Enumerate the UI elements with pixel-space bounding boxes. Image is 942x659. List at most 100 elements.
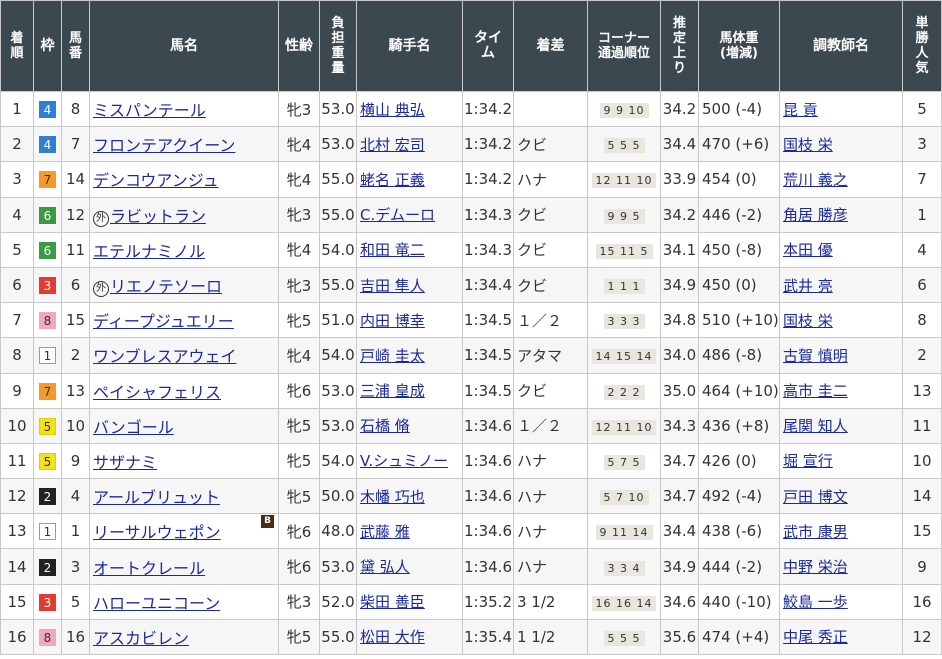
cell-trainer: 角居 勝彦	[779, 196, 903, 233]
jockey-link[interactable]: V.シュミノー	[360, 452, 448, 470]
horse-name-link[interactable]: エテルナミノル	[93, 242, 205, 261]
trainer-link[interactable]: 堀 宣行	[783, 452, 833, 470]
cell-trainer: 中尾 秀正	[779, 618, 903, 656]
cell-corner: 9 9 10	[587, 90, 661, 128]
trainer-link[interactable]: 古賀 慎明	[783, 347, 848, 365]
cell-horse: フロンテアクイーン	[89, 126, 279, 163]
jockey-link[interactable]: 石橋 脩	[360, 417, 410, 435]
cell-weight: 53.0	[319, 372, 357, 409]
horse-name-link[interactable]: ミスパンテール	[93, 101, 206, 120]
corner-order: 5 7 10	[599, 490, 649, 506]
cell-jockey: C.デムーロ	[356, 196, 463, 233]
trainer-link[interactable]: 尾関 知人	[783, 417, 848, 435]
cell-last3f: 34.3	[660, 407, 699, 444]
trainer-link[interactable]: 荒川 義之	[783, 171, 848, 189]
cell-margin: 3 1/2	[513, 583, 588, 620]
trainer-link[interactable]: 戸田 博文	[783, 488, 848, 506]
cell-horse: オートクレール	[89, 548, 279, 585]
cell-waku: 3	[33, 583, 62, 620]
cell-margin: クビ	[513, 196, 588, 233]
cell-last3f: 34.2	[660, 90, 699, 128]
jockey-link[interactable]: 北村 宏司	[360, 136, 425, 154]
cell-corner: 3 3 4	[587, 548, 661, 585]
jockey-link[interactable]: C.デムーロ	[360, 206, 435, 224]
trainer-link[interactable]: 中野 栄治	[783, 558, 848, 576]
cell-margin: クビ	[513, 126, 588, 163]
jockey-link[interactable]: 松田 大作	[360, 628, 425, 646]
cell-rank: 13	[0, 513, 34, 550]
jockey-link[interactable]: 蛯名 正義	[360, 171, 425, 189]
horse-name-link[interactable]: ワンブレスアウェイ	[93, 347, 237, 366]
horse-name-link[interactable]: デンコウアンジュ	[93, 171, 219, 190]
horse-name-link[interactable]: アスカビレン	[93, 629, 189, 648]
cell-bodyweight: 510 (+10)	[698, 302, 780, 339]
cell-weight: 53.0	[319, 126, 357, 163]
table-row: 1 4 8 ミスパンテール 牝3 53.0 横山 典弘 1:34.2 9 9 10 34.2 500…	[0, 90, 942, 128]
cell-umaban: 12	[61, 196, 90, 233]
cell-waku: 8	[33, 618, 62, 656]
cell-weight: 50.0	[319, 478, 357, 515]
cell-weight: 51.0	[319, 302, 357, 339]
cell-horse: デンコウアンジュ	[89, 161, 279, 198]
cell-sexage: 牝4	[278, 161, 320, 198]
horse-name-link[interactable]: リエノテソーロ	[110, 277, 222, 296]
jockey-link[interactable]: 黛 弘人	[360, 558, 410, 576]
cell-horse: サザナミ	[89, 442, 279, 480]
horse-name-link[interactable]: ディープジュエリー	[93, 312, 234, 331]
trainer-link[interactable]: 高市 圭二	[783, 382, 848, 400]
corner-order: 1 1 1	[603, 279, 645, 295]
header-margin: 着差	[513, 0, 588, 92]
trainer-link[interactable]: 中尾 秀正	[783, 628, 848, 646]
trainer-link[interactable]: 角居 勝彦	[783, 206, 848, 224]
cell-trainer: 高市 圭二	[779, 372, 903, 409]
cell-trainer: 昆 貢	[779, 90, 903, 128]
cell-last3f: 34.4	[660, 513, 699, 550]
trainer-link[interactable]: 国枝 栄	[783, 136, 833, 154]
cell-margin: １／２	[513, 407, 588, 444]
waku-badge: 5	[39, 452, 56, 470]
jockey-link[interactable]: 戸崎 圭太	[360, 347, 425, 365]
cell-bodyweight: 454 (0)	[698, 161, 780, 198]
cell-trainer: 堀 宣行	[779, 442, 903, 480]
cell-time: 1:35.4	[462, 618, 514, 656]
horse-name-link[interactable]: サザナミ	[93, 453, 157, 472]
horse-name-link[interactable]: オートクレール	[93, 559, 205, 578]
waku-badge: 2	[39, 558, 56, 576]
horse-name-link[interactable]: バンゴール	[93, 418, 174, 437]
cell-sexage: 牝5	[278, 478, 320, 515]
trainer-link[interactable]: 鮫島 一歩	[783, 593, 848, 611]
trainer-link[interactable]: 昆 貢	[783, 101, 818, 119]
jockey-link[interactable]: 内田 博幸	[360, 312, 425, 330]
horse-name-link[interactable]: ハローユニコーン	[93, 594, 220, 613]
cell-corner: 5 7 5	[587, 442, 661, 480]
trainer-link[interactable]: 国枝 栄	[783, 312, 833, 330]
jockey-link[interactable]: 吉田 隼人	[360, 277, 425, 295]
jockey-link[interactable]: 三浦 皇成	[360, 382, 425, 400]
horse-name-link[interactable]: リーサルウェポン	[93, 523, 221, 542]
jockey-link[interactable]: 和田 竜二	[360, 241, 425, 259]
horse-name-link[interactable]: ラビットラン	[110, 207, 206, 226]
horse-name-link[interactable]: アールブリュット	[93, 488, 220, 507]
cell-horse: エテルナミノル	[89, 231, 279, 268]
cell-umaban: 13	[61, 372, 90, 409]
cell-umaban: 4	[61, 478, 90, 515]
horse-name-link[interactable]: フロンテアクイーン	[93, 136, 235, 155]
trainer-link[interactable]: 武井 亮	[783, 277, 833, 295]
trainer-link[interactable]: 本田 優	[783, 241, 833, 259]
jockey-link[interactable]: 武藤 雅	[360, 523, 410, 541]
cell-time: 1:34.2	[462, 161, 514, 198]
trainer-link[interactable]: 武市 康男	[783, 523, 848, 541]
waku-badge: 1	[39, 347, 56, 365]
jockey-link[interactable]: 柴田 善臣	[360, 593, 425, 611]
cell-waku: 7	[33, 372, 62, 409]
cell-umaban: 15	[61, 302, 90, 339]
jockey-link[interactable]: 木幡 巧也	[360, 488, 425, 506]
cell-sexage: 牝3	[278, 583, 320, 620]
cell-umaban: 8	[61, 90, 90, 128]
cell-margin: クビ	[513, 231, 588, 268]
cell-sexage: 牝3	[278, 266, 320, 304]
cell-bodyweight: 464 (+10)	[698, 372, 780, 409]
jockey-link[interactable]: 横山 典弘	[360, 101, 425, 119]
table-row: 8 1 2 ワンブレスアウェイ 牝4 54.0 戸崎 圭太 1:34.5 アタマ 14 15 14…	[0, 337, 942, 374]
horse-name-link[interactable]: ペイシャフェリス	[93, 383, 221, 402]
